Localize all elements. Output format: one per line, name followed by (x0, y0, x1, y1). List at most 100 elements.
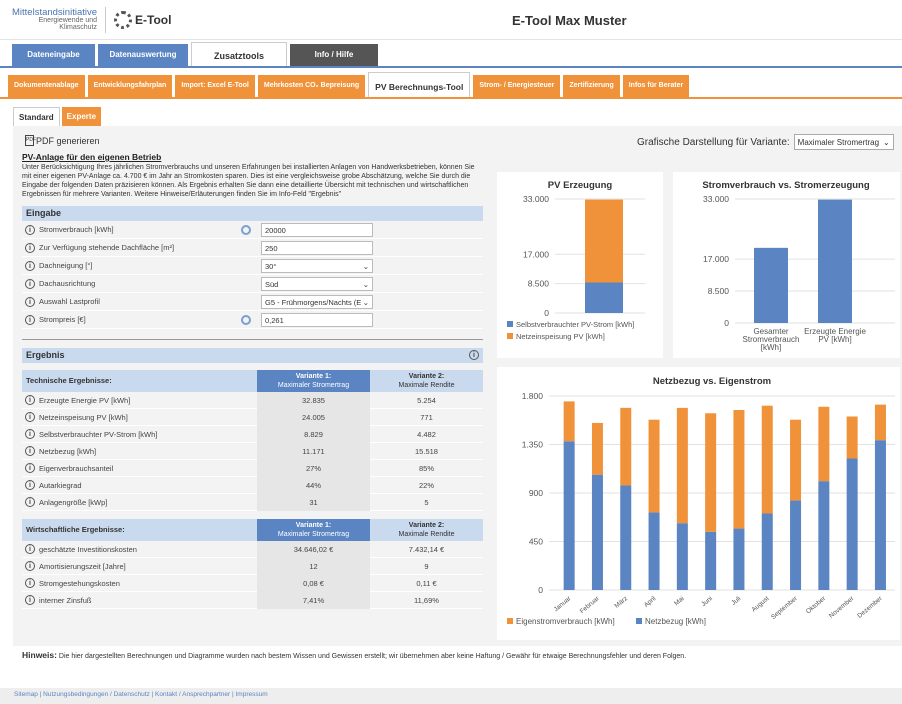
x-tick-label: PV [kWh] (818, 335, 851, 344)
info-icon[interactable]: i (25, 544, 35, 554)
row-label: interner Zinsfuß (39, 595, 92, 605)
row-label-wrap: i interner Zinsfuß (22, 595, 257, 605)
ergebnis-header: Ergebnis i (22, 348, 483, 363)
tab-dokumentenablage[interactable]: Dokumentenablage (8, 75, 85, 97)
reset-icon[interactable] (241, 314, 251, 325)
variant1-value: 12 (257, 557, 370, 575)
input-select[interactable]: 30° ⌄ (261, 258, 373, 273)
info-icon[interactable]: i (25, 561, 35, 571)
variant2-value: 9 (424, 561, 429, 571)
info-icon[interactable]: i (25, 480, 35, 490)
row-label: Autarkiegrad (39, 480, 82, 490)
table-row: i Eigenverbrauchsanteil 27% 85% (22, 459, 483, 477)
row-label-wrap: i Netzeinspeisung PV [kWh] (22, 412, 257, 422)
tab-zertifizierung[interactable]: Zertifizierung (563, 75, 620, 97)
info-icon[interactable]: i (25, 429, 35, 439)
tab-experte[interactable]: Experte (61, 107, 102, 126)
org-subline-2: Klimaschutz (59, 24, 98, 32)
input-field[interactable]: 20000 (261, 222, 373, 237)
x-tick-label: November (828, 595, 856, 620)
tab-datenauswertung[interactable]: Datenauswertung (98, 44, 188, 66)
info-icon[interactable]: i (25, 412, 35, 422)
tab-dateneingabe[interactable]: Dateneingabe (12, 44, 95, 66)
org-logo[interactable]: Mittelstandsinitiative Energiewende und … (12, 8, 97, 32)
row-label: Anlagengröße [kWp] (39, 497, 108, 507)
tab-zusatztools[interactable]: Zusatztools (191, 42, 287, 66)
info-icon[interactable]: i (25, 296, 35, 307)
bar-segment (563, 441, 575, 590)
variant2-header: Variante 2: Maximale Rendite (370, 370, 483, 392)
y-tick-label: 450 (529, 537, 543, 547)
row-label-wrap: i geschätzte Investitionskosten (22, 544, 257, 554)
info-icon[interactable]: i (25, 446, 35, 456)
info-icon[interactable]: i (25, 463, 35, 473)
ergebnis-section: Ergebnis i Technische Ergebnisse: Varian… (22, 348, 483, 609)
tab-import-excel[interactable]: Import: Excel E-Tool (175, 75, 255, 97)
wirt-table-header: Wirtschaftliche Ergebnisse: Variante 1: M… (22, 519, 483, 541)
footer-links[interactable]: Sitemap | Nutzungsbedingungen / Datensch… (0, 688, 902, 704)
x-tick-label: Februar (579, 595, 602, 616)
tab-standard[interactable]: Standard (13, 107, 60, 126)
tab-pv-berechnungs-tool[interactable]: PV Berechnungs-Tool (368, 72, 471, 97)
info-icon[interactable]: i (25, 395, 35, 405)
input-row: i Dachneigung [°] 30° ⌄ (22, 257, 483, 275)
info-icon[interactable]: i (25, 595, 35, 605)
row-label: Stromgestehungskosten (39, 578, 120, 588)
table-row: i geschätzte Investitionskosten 34.646,02 … (22, 540, 483, 558)
chevron-down-icon: ⌄ (362, 279, 369, 289)
variant2-name: Variante 2: (408, 373, 445, 380)
input-label: Dachneigung [°] (39, 261, 93, 270)
etool-logo[interactable]: E-Tool (114, 10, 171, 29)
variant1-value: 8.829 (257, 425, 370, 443)
pdf-button-label: PDF generieren (36, 135, 100, 146)
table-row: i Erzeugte Energie PV [kWh] 32.835 5.254 (22, 391, 483, 409)
bar-segment (676, 407, 688, 524)
input-field[interactable]: 0,261 (261, 312, 373, 327)
variant1-value: 31 (257, 493, 370, 511)
y-tick-label: 0 (538, 585, 543, 595)
variant-select[interactable]: Maximaler Stromertrag ⌄ (793, 134, 894, 150)
tab-mehrkosten-co2[interactable]: Mehrkosten CO₂ Bepreisung (257, 75, 366, 97)
tech-table-header: Technische Ergebnisse: Variante 1: Maxima… (22, 370, 483, 392)
chevron-down-icon: ⌄ (883, 137, 890, 147)
variant2-value: 7.432,14 € (408, 544, 445, 554)
row-label-wrap: i Netzbezug [kWh] (22, 446, 257, 456)
info-icon[interactable]: i (25, 578, 35, 588)
pdf-icon: PDF (25, 135, 36, 146)
input-select[interactable]: G5 - Frühmorgens/Nachts (E ⌄ (261, 294, 373, 309)
input-field[interactable]: 250 (261, 240, 373, 255)
variant1-desc: Maximaler Stromertrag (277, 382, 350, 389)
tab-infos-berater[interactable]: Infos für Berater (622, 75, 690, 97)
bar-segment (761, 405, 773, 514)
info-icon[interactable]: i (25, 260, 35, 271)
legend-swatch (507, 321, 513, 327)
input-label: Stromverbrauch [kWh] (39, 225, 114, 234)
tab-info-hilfe[interactable]: Info / Hilfe (290, 44, 378, 66)
input-row: i Auswahl Lastprofil G5 - Frühmorgens/Nach… (22, 293, 483, 311)
input-select[interactable]: Süd ⌄ (261, 276, 373, 291)
tab-strom-energiesteuer[interactable]: Strom- / Energiesteuer (473, 75, 561, 97)
chart-title: Stromverbrauch vs. Stromerzeugung (702, 180, 870, 191)
info-icon[interactable]: i (469, 350, 479, 360)
info-icon[interactable]: i (25, 242, 35, 253)
bar-segment (733, 528, 745, 590)
variant2-value: 11,69% (414, 595, 439, 605)
y-tick-label: 0 (544, 308, 549, 318)
reset-icon[interactable] (241, 224, 251, 235)
x-tick-label: August (751, 595, 771, 613)
info-icon[interactable]: i (25, 497, 35, 507)
row-label-wrap: i Eigenverbrauchsanteil (22, 463, 257, 473)
bar-segment (676, 523, 688, 590)
info-icon[interactable]: i (25, 278, 35, 289)
tab-entwicklungsfahrplan[interactable]: Entwicklungsfahrplan (87, 75, 173, 97)
info-icon[interactable]: i (25, 314, 35, 325)
bar-segment (585, 282, 623, 313)
pdf-generate-button[interactable]: PDF PDF generieren (25, 135, 100, 146)
table-row: i interner Zinsfuß 7,41% 11,69% (22, 591, 483, 609)
page-description: Unter Berücksichtigung Ihres jährlichen … (22, 164, 475, 198)
variant-select-value: Maximaler Stromertrag (797, 137, 880, 147)
info-icon[interactable]: i (25, 224, 35, 235)
variant1-name: Variante 1: (295, 373, 332, 380)
hinweis-label: Hinweis: (22, 650, 57, 660)
bar-segment (585, 199, 623, 283)
